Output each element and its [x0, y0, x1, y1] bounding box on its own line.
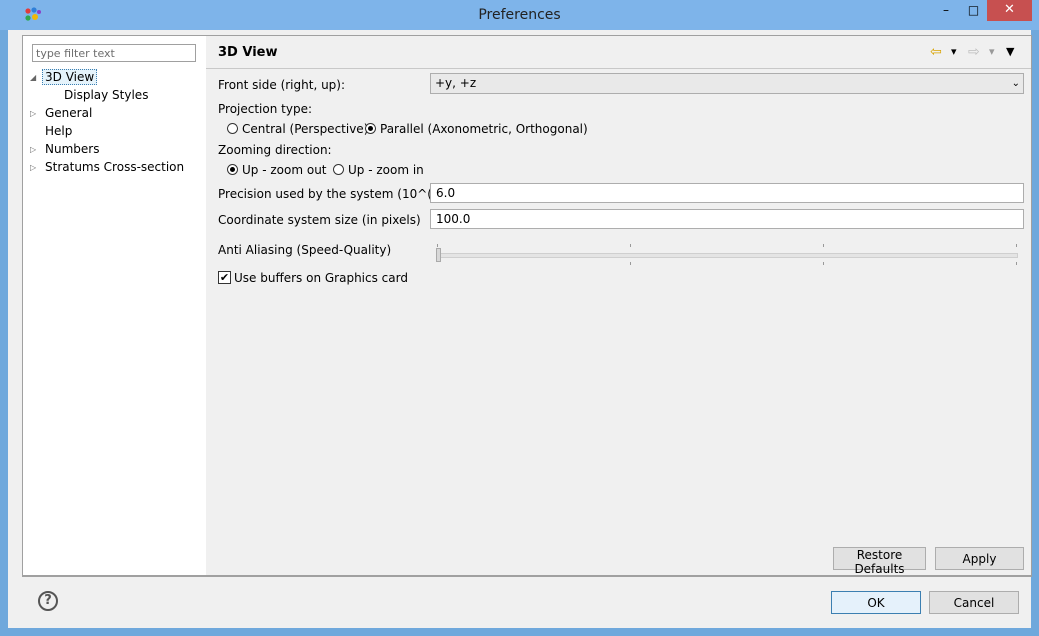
coordinate-size-input[interactable] [430, 209, 1024, 229]
window-title: Preferences [478, 7, 561, 23]
expand-arrow-icon[interactable]: ▷ [30, 105, 36, 122]
tree-item-numbers[interactable]: Numbers [45, 141, 99, 158]
filter-input[interactable] [32, 44, 196, 62]
projection-central-label[interactable]: Central (Perspective) [242, 122, 368, 136]
zoom-out-radio[interactable] [227, 164, 238, 175]
projection-parallel-radio[interactable] [365, 123, 376, 134]
back-arrow-icon[interactable]: ⇦ [930, 44, 942, 60]
zoom-in-radio[interactable] [333, 164, 344, 175]
preference-tree-panel: ◢ 3D View Display Styles ▷ General Help … [22, 35, 207, 577]
tree-item-help[interactable]: Help [45, 123, 72, 140]
zoom-out-label[interactable]: Up - zoom out [242, 163, 327, 177]
slider-tick [1016, 262, 1017, 265]
cancel-button[interactable]: Cancel [929, 591, 1019, 614]
slider-track [436, 253, 1018, 258]
title-bar[interactable]: Preferences – □ ✕ [0, 0, 1039, 30]
dialog-client-area: ◢ 3D View Display Styles ▷ General Help … [8, 30, 1032, 628]
zoom-in-label[interactable]: Up - zoom in [348, 163, 424, 177]
slider-tick [437, 244, 438, 247]
projection-type-label: Projection type: [218, 102, 313, 116]
chevron-down-icon: ⌄ [1011, 78, 1020, 89]
slider-tick [823, 262, 824, 265]
slider-tick [630, 262, 631, 265]
forward-arrow-icon[interactable]: ⇨ [968, 44, 980, 60]
back-dropdown-icon[interactable]: ▾ [951, 44, 957, 60]
front-side-value: +y, +z [435, 76, 477, 90]
front-side-label: Front side (right, up): [218, 78, 346, 92]
preference-page: 3D View ⇦ ▾ ⇨ ▾ ▼ Front side (right, up)… [206, 35, 1032, 577]
projection-central-radio[interactable] [227, 123, 238, 134]
tree-item-general[interactable]: General [45, 105, 92, 122]
expand-arrow-icon[interactable]: ▷ [30, 159, 36, 176]
anti-aliasing-slider[interactable] [436, 244, 1018, 265]
anti-aliasing-label: Anti Aliasing (Speed-Quality) [218, 243, 392, 257]
footer-separator [22, 575, 1031, 576]
close-button[interactable]: ✕ [987, 0, 1032, 21]
precision-input[interactable] [430, 183, 1024, 203]
zooming-direction-label: Zooming direction: [218, 143, 332, 157]
use-buffers-checkbox[interactable]: ✔ [218, 271, 231, 284]
ok-button[interactable]: OK [831, 591, 921, 614]
slider-tick [823, 244, 824, 247]
preferences-window: Preferences – □ ✕ ◢ 3D View Display Styl… [0, 0, 1039, 636]
slider-thumb[interactable] [436, 248, 441, 262]
help-icon[interactable]: ? [38, 591, 58, 611]
title-separator [206, 68, 1031, 69]
slider-tick [1016, 244, 1017, 247]
coordinate-size-label: Coordinate system size (in pixels) [218, 213, 421, 227]
tree-item-display-styles[interactable]: Display Styles [64, 87, 148, 104]
page-title: 3D View [218, 45, 278, 60]
maximize-button[interactable]: □ [960, 0, 987, 21]
expand-arrow-icon[interactable]: ▷ [30, 141, 36, 158]
use-buffers-label[interactable]: Use buffers on Graphics card [234, 271, 408, 285]
collapse-arrow-icon[interactable]: ◢ [30, 69, 36, 86]
tree-item-label: 3D View [42, 69, 98, 85]
slider-tick [630, 244, 631, 247]
precision-label: Precision used by the system (10^(-x)): [218, 187, 457, 201]
forward-dropdown-icon[interactable]: ▾ [989, 44, 995, 60]
minimize-button[interactable]: – [932, 0, 960, 21]
view-menu-icon[interactable]: ▼ [1006, 44, 1014, 60]
tree-item-3d-view[interactable]: 3D View [42, 69, 98, 86]
apply-button[interactable]: Apply [935, 547, 1024, 570]
front-side-select[interactable]: +y, +z ⌄ [430, 73, 1024, 94]
projection-parallel-label[interactable]: Parallel (Axonometric, Orthogonal) [380, 122, 588, 136]
tree-item-stratums-cross-section[interactable]: Stratums Cross-section [45, 159, 184, 176]
restore-defaults-button[interactable]: Restore Defaults [833, 547, 926, 576]
